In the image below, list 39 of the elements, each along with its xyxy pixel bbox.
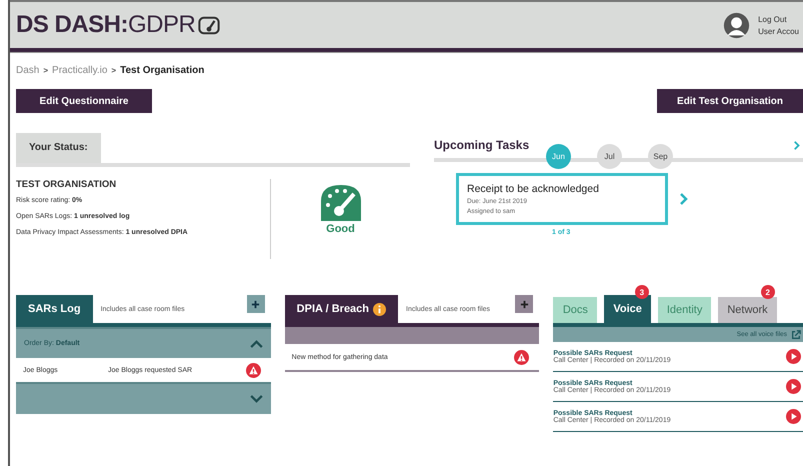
add-button[interactable]: [246, 295, 265, 313]
breadcrumb-link[interactable]: Dash: [16, 65, 40, 76]
breadcrumb-separator: >: [43, 66, 48, 75]
breadcrumb-link[interactable]: Practically.io: [52, 65, 108, 76]
edit-button[interactable]: Edit Test Organisation: [657, 89, 803, 113]
chevron-down-icon[interactable]: [250, 395, 263, 403]
avatar-icon[interactable]: [723, 12, 750, 38]
media-tab[interactable]: Voice: [604, 295, 651, 323]
count-badge: 3: [634, 285, 649, 299]
task-title: Receipt to be acknowledged: [467, 183, 600, 195]
user-link[interactable]: User Accou: [758, 26, 799, 36]
user-link[interactable]: Log Out: [758, 14, 799, 24]
chevron-right-icon[interactable]: [794, 140, 800, 150]
chevron-up-icon[interactable]: [250, 340, 263, 348]
breadcrumb-link[interactable]: Test Organisation: [120, 65, 204, 76]
external-link-icon[interactable]: [791, 330, 802, 340]
count-badge: 2: [760, 285, 775, 299]
organisation-name: TEST ORGANISATION: [16, 179, 118, 190]
app-logo: DS DASH:GDPR: [16, 11, 196, 39]
plus-icon: [520, 300, 529, 308]
plus-icon: [251, 300, 260, 308]
play-icon[interactable]: [786, 379, 802, 394]
warning-icon: [246, 362, 261, 378]
rating-label: Good: [326, 223, 355, 235]
section-title: Upcoming Tasks: [434, 138, 530, 152]
media-tab[interactable]: Network: [718, 297, 777, 323]
panel-tab[interactable]: DPIA / Breach: [284, 295, 398, 323]
month-tab[interactable]: Sep: [648, 144, 673, 169]
month-tab[interactable]: Jul: [597, 144, 622, 169]
add-button[interactable]: [515, 295, 534, 313]
gauge-icon: [198, 16, 220, 34]
play-icon[interactable]: [786, 409, 802, 424]
panel-tab[interactable]: SARs Log: [16, 295, 93, 323]
play-icon[interactable]: [786, 349, 802, 364]
chevron-right-icon[interactable]: [680, 193, 688, 205]
warning-icon: [514, 350, 530, 364]
breadcrumb-separator: >: [111, 66, 116, 75]
info-icon[interactable]: [373, 302, 386, 316]
edit-button[interactable]: Edit Questionnaire: [16, 89, 152, 113]
